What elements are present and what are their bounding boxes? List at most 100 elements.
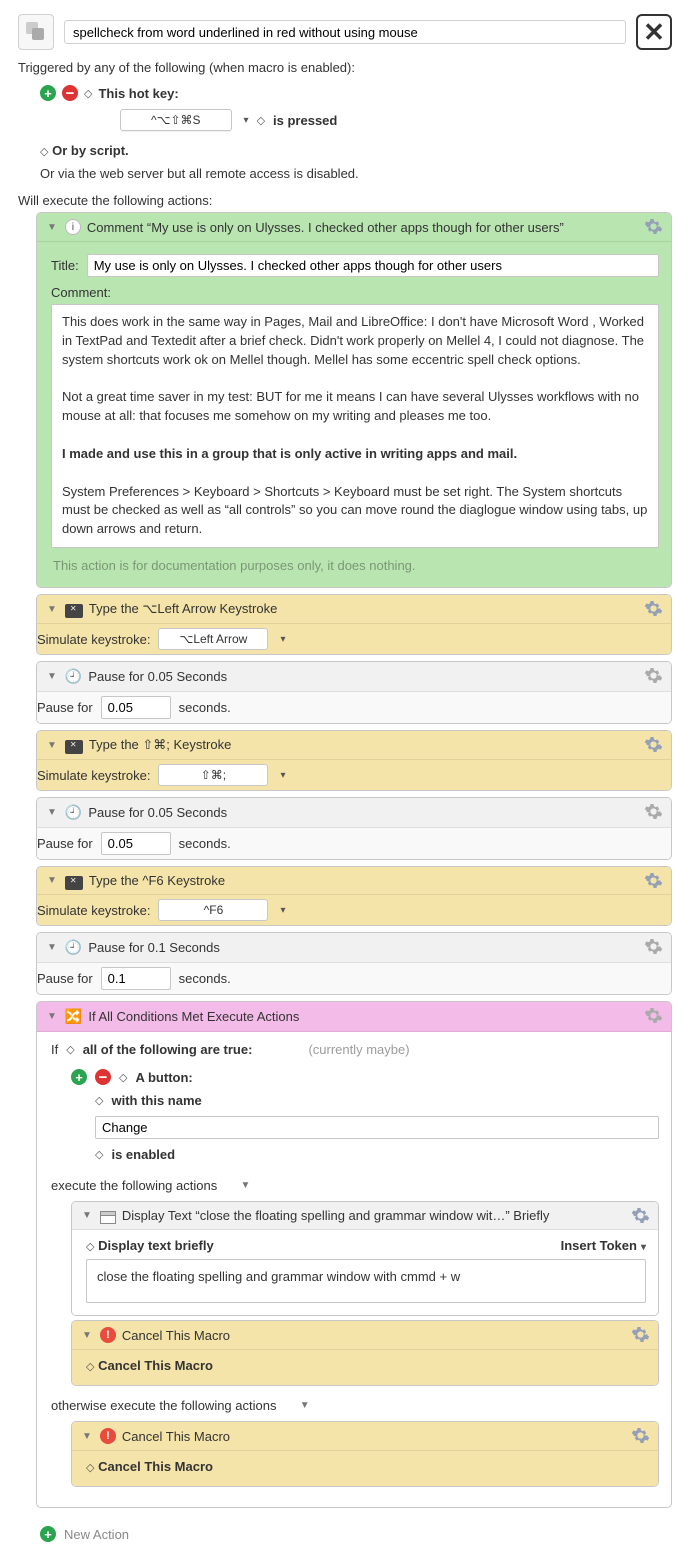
add-action-icon[interactable]: +	[40, 1526, 56, 1542]
gear-icon[interactable]	[644, 217, 663, 236]
button-name-input[interactable]	[95, 1116, 659, 1139]
sort-icon[interactable]: ◇	[95, 1148, 101, 1161]
cancel-macro-label[interactable]: Cancel This Macro	[98, 1358, 213, 1373]
gear-icon[interactable]	[644, 735, 663, 754]
sort-icon[interactable]: ◇	[86, 1461, 92, 1474]
keyboard-icon	[65, 876, 83, 890]
action-title: Cancel This Macro	[122, 1429, 230, 1444]
disclosure-icon[interactable]: ▼	[240, 1180, 250, 1191]
comment-textarea[interactable]: This does work in the same way in Pages,…	[51, 304, 659, 548]
gear-icon[interactable]	[644, 666, 663, 685]
action-pause-1[interactable]: ▼ 🕘 Pause for 0.05 Seconds Pause for sec…	[36, 661, 672, 724]
disclosure-icon[interactable]: ▼	[47, 807, 57, 818]
action-display-text[interactable]: ▼ Display Text “close the floating spell…	[71, 1201, 659, 1316]
gear-icon[interactable]	[631, 1426, 650, 1445]
action-title: Type the ⇧⌘; Keystroke	[89, 737, 231, 753]
macro-icon[interactable]	[18, 14, 54, 50]
new-action-label[interactable]: New Action	[64, 1527, 129, 1542]
comment-label: Comment:	[51, 285, 111, 300]
action-cancel-macro-1[interactable]: ▼ ! Cancel This Macro ◇ Cancel This Macr…	[71, 1320, 659, 1386]
will-execute-label: Will execute the following actions:	[0, 187, 690, 212]
gear-icon[interactable]	[644, 802, 663, 821]
gear-icon[interactable]	[644, 599, 663, 618]
action-type-keystroke-1[interactable]: ▼ Type the ⌥Left Arrow Keystroke Simulat…	[36, 594, 672, 655]
disclosure-icon[interactable]: ▼	[47, 942, 57, 953]
action-comment[interactable]: ▼ i Comment “My use is only on Ulysses. …	[36, 212, 672, 588]
action-title: Pause for 0.05 Seconds	[88, 805, 227, 820]
sort-icon[interactable]: ◇	[119, 1071, 125, 1084]
gear-icon[interactable]	[644, 937, 663, 956]
action-title: Type the ⌥Left Arrow Keystroke	[89, 601, 277, 617]
disclosure-icon[interactable]: ▼	[47, 875, 57, 886]
gear-icon[interactable]	[644, 1006, 663, 1025]
remove-condition-icon[interactable]: −	[95, 1069, 111, 1085]
sort-icon[interactable]: ◇	[257, 114, 263, 127]
gear-icon[interactable]	[631, 1325, 650, 1344]
disclosure-icon[interactable]: ▼	[82, 1330, 92, 1341]
display-text-input[interactable]: close the floating spelling and grammar …	[86, 1259, 646, 1303]
hotkey-label: This hot key:	[98, 86, 178, 101]
macro-name-input[interactable]	[64, 20, 626, 44]
pause-unit: seconds.	[179, 836, 231, 851]
close-icon[interactable]: ✕	[636, 14, 672, 50]
all-true-label[interactable]: all of the following are true:	[83, 1042, 253, 1057]
disclosure-icon[interactable]: ▼	[82, 1210, 92, 1221]
disclosure-icon[interactable]: ▼	[47, 671, 57, 682]
chevron-down-icon[interactable]: ▾	[280, 905, 285, 916]
disclosure-icon[interactable]: ▼	[300, 1400, 310, 1411]
sort-icon[interactable]: ◇	[86, 1240, 92, 1253]
clock-icon: 🕘	[65, 804, 82, 821]
action-type-keystroke-2[interactable]: ▼ Type the ⇧⌘; Keystroke Simulate keystr…	[36, 730, 672, 791]
info-icon: i	[65, 219, 81, 235]
error-icon: !	[100, 1428, 116, 1444]
display-brief-label[interactable]: Display text briefly	[98, 1238, 214, 1253]
sort-icon[interactable]: ◇	[66, 1043, 72, 1056]
is-pressed-label: is pressed	[273, 113, 337, 128]
keystroke-chip[interactable]: ⌥Left Arrow	[158, 628, 268, 650]
hotkey-chip[interactable]: ^⌥⇧⌘S	[120, 109, 232, 131]
sort-icon[interactable]: ◇	[95, 1094, 101, 1107]
add-trigger-icon[interactable]: +	[40, 85, 56, 101]
title-input[interactable]	[87, 254, 659, 277]
action-if[interactable]: ▼ 🔀 If All Conditions Met Execute Action…	[36, 1001, 672, 1508]
action-title: Pause for 0.1 Seconds	[88, 940, 220, 955]
sort-icon[interactable]: ◇	[86, 1360, 92, 1373]
clock-icon: 🕘	[65, 668, 82, 685]
is-enabled-label[interactable]: is enabled	[111, 1147, 175, 1162]
with-name-label[interactable]: with this name	[111, 1093, 201, 1108]
clock-icon: 🕘	[65, 939, 82, 956]
pause-label: Pause for	[37, 836, 93, 851]
simulate-label: Simulate keystroke:	[37, 768, 150, 783]
pause-unit: seconds.	[179, 971, 231, 986]
or-script-label: Or by script.	[52, 143, 129, 158]
keystroke-chip[interactable]: ⇧⌘;	[158, 764, 268, 786]
action-type-keystroke-3[interactable]: ▼ Type the ^F6 Keystroke Simulate keystr…	[36, 866, 672, 926]
sort-icon[interactable]: ◇	[84, 87, 90, 100]
chevron-down-icon[interactable]: ▾	[244, 115, 249, 126]
disclosure-icon[interactable]: ▼	[82, 1431, 92, 1442]
pause-value-input[interactable]	[101, 696, 171, 719]
keystroke-chip[interactable]: ^F6	[158, 899, 268, 921]
action-title: Cancel This Macro	[122, 1328, 230, 1343]
gear-icon[interactable]	[631, 1206, 650, 1225]
action-cancel-macro-2[interactable]: ▼ ! Cancel This Macro ◇ Cancel This Macr…	[71, 1421, 659, 1487]
cancel-macro-label[interactable]: Cancel This Macro	[98, 1459, 213, 1474]
disclosure-icon[interactable]: ▼	[47, 222, 57, 233]
if-label: If	[51, 1042, 58, 1057]
remove-trigger-icon[interactable]: −	[62, 85, 78, 101]
action-pause-2[interactable]: ▼ 🕘 Pause for 0.05 Seconds Pause for sec…	[36, 797, 672, 860]
chevron-down-icon[interactable]: ▾	[280, 770, 285, 781]
add-condition-icon[interactable]: +	[71, 1069, 87, 1085]
gear-icon[interactable]	[644, 871, 663, 890]
chevron-down-icon[interactable]: ▾	[280, 634, 285, 645]
sort-icon[interactable]: ◇	[40, 145, 46, 158]
button-cond-label[interactable]: A button:	[135, 1070, 192, 1085]
pause-value-input[interactable]	[101, 967, 171, 990]
doc-note: This action is for documentation purpose…	[51, 548, 659, 575]
disclosure-icon[interactable]: ▼	[47, 1011, 57, 1022]
disclosure-icon[interactable]: ▼	[47, 740, 57, 751]
pause-value-input[interactable]	[101, 832, 171, 855]
disclosure-icon[interactable]: ▼	[47, 604, 57, 615]
insert-token-button[interactable]: Insert Token▾	[561, 1238, 646, 1253]
action-pause-3[interactable]: ▼ 🕘 Pause for 0.1 Seconds Pause for seco…	[36, 932, 672, 995]
